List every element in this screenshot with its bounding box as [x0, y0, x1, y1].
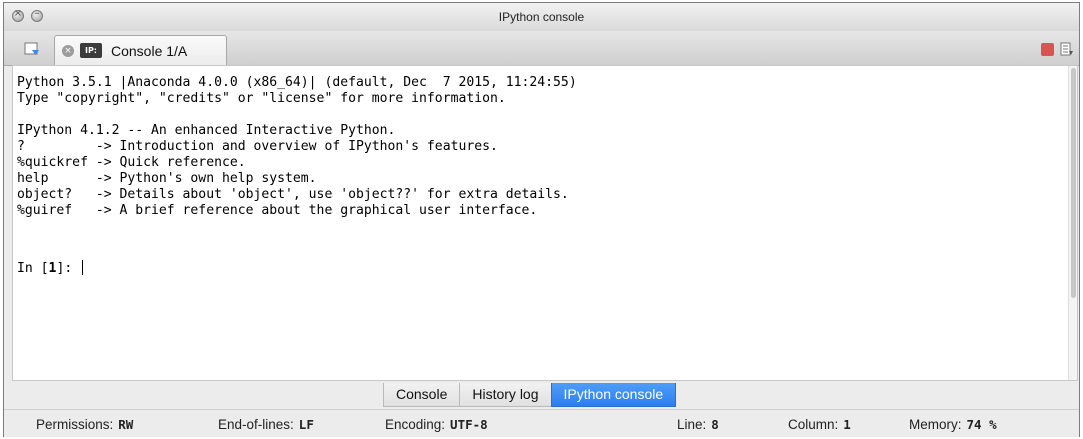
input-prompt-line[interactable]: In [1]:: [17, 260, 84, 276]
column-value: 1: [843, 417, 851, 432]
tab-history-log[interactable]: History log: [459, 383, 552, 407]
tab-ipython-console[interactable]: IPython console: [550, 383, 677, 407]
encoding-value: UTF-8: [450, 417, 488, 432]
new-console-button[interactable]: [24, 42, 40, 56]
prompt-prefix: In [: [17, 261, 49, 276]
line-value: 8: [711, 417, 719, 432]
options-menu-icon: [1060, 42, 1073, 56]
status-permissions: Permissions: RW: [36, 417, 134, 432]
vertical-scrollbar[interactable]: [1068, 66, 1077, 380]
text-cursor: [82, 260, 84, 275]
title-bar: × – IPython console: [4, 3, 1079, 32]
browse-tabs-icon: [24, 42, 39, 55]
window-title: IPython console: [498, 10, 585, 24]
memory-value: 74 %: [966, 417, 997, 432]
eol-value: LF: [298, 417, 314, 432]
options-button[interactable]: [1060, 42, 1074, 57]
status-column: Column: 1: [788, 417, 851, 432]
close-tab-icon[interactable]: ×: [62, 45, 74, 57]
pane-tabs: Console History log IPython console: [383, 383, 677, 407]
status-memory: Memory: 74 %: [909, 417, 997, 432]
tab-console[interactable]: Console: [383, 383, 461, 407]
scrollbar-thumb[interactable]: [1071, 68, 1076, 298]
status-encoding: Encoding: UTF-8: [385, 417, 488, 432]
tab-console-1a[interactable]: × IP: Console 1/A: [54, 35, 227, 65]
permissions-value: RW: [118, 417, 134, 432]
status-bar: Permissions: RW End-of-lines: LF Encoding:…: [4, 409, 1079, 437]
prompt-suffix: ]:: [56, 261, 81, 276]
ipython-console-window: × – IPython console × IP: Console 1/A Py…: [3, 2, 1080, 437]
ipython-tab-icon: IP:: [80, 43, 102, 58]
status-end-of-lines: End-of-lines: LF: [218, 417, 314, 432]
tab-label: Console 1/A: [111, 43, 188, 59]
console-output-area[interactable]: Python 3.5.1 |Anaconda 4.0.0 (x86_64)| (…: [12, 65, 1078, 381]
console-banner-text: Python 3.5.1 |Anaconda 4.0.0 (x86_64)| (…: [17, 75, 577, 218]
stop-kernel-button[interactable]: [1041, 43, 1054, 56]
tab-bar: × IP: Console 1/A: [4, 31, 1079, 66]
status-line: Line: 8: [677, 417, 719, 432]
